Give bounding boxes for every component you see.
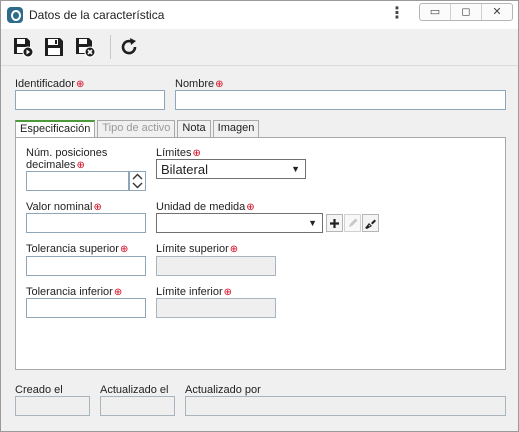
required-icon: ⊕: [223, 287, 233, 298]
app-icon: [7, 7, 23, 23]
upper-limit-field: [156, 256, 276, 276]
close-button[interactable]: ✕: [482, 4, 512, 20]
required-icon: ⊕: [215, 79, 224, 90]
created-label: Creado el: [15, 384, 63, 396]
nombre-input[interactable]: [175, 90, 506, 110]
save-close-icon: [76, 38, 96, 58]
updated-label: Actualizado el: [100, 384, 169, 396]
dialog-window: Datos de la característica ⋮ ▭ ◻ ✕ Ident…: [0, 0, 519, 432]
maximize-button[interactable]: ◻: [451, 4, 482, 20]
lower-tolerance-input[interactable]: [26, 298, 146, 318]
lower-tolerance-label: Tolerancia inferior⊕: [26, 286, 123, 298]
tab-bar: Especificación Tipo de activo Nota Image…: [15, 120, 261, 138]
required-icon: ⊕: [192, 148, 201, 159]
add-unit-button[interactable]: [326, 214, 343, 232]
dropdown-arrow-icon: ▼: [291, 164, 300, 174]
decimal-positions-stepper[interactable]: [129, 171, 146, 191]
save-icon: [45, 38, 63, 56]
tab-especificacion[interactable]: Especificación: [15, 120, 96, 138]
unit-label: Unidad de medida⊕: [156, 201, 255, 213]
required-icon: ⊕: [246, 202, 255, 213]
save-button[interactable]: [41, 34, 67, 60]
tab-tipo-de-activo: Tipo de activo: [97, 120, 176, 137]
more-options-icon[interactable]: ⋮: [389, 5, 405, 25]
pencil-icon: [348, 218, 357, 227]
identificador-label: Identificador⊕: [15, 78, 85, 90]
dropdown-arrow-icon: ▼: [308, 218, 317, 228]
required-icon: ⊕: [75, 79, 85, 90]
toolbar: [1, 29, 518, 66]
refresh-icon: [121, 38, 137, 55]
nominal-value-input[interactable]: [26, 213, 146, 233]
window-title: Datos de la característica: [29, 8, 165, 22]
save-close-button[interactable]: [72, 34, 98, 60]
refresh-button[interactable]: [116, 34, 142, 60]
decimal-positions-label: Núm. posiciones decimales⊕: [26, 147, 108, 171]
edit-unit-button: [344, 214, 361, 232]
window-controls: ▭ ◻ ✕: [419, 3, 513, 21]
required-icon: ⊕: [113, 287, 123, 298]
unit-select[interactable]: ▼: [156, 213, 323, 233]
required-icon: ⊕: [229, 244, 239, 255]
lower-limit-label: Límite inferior⊕: [156, 286, 233, 298]
minimize-button[interactable]: ▭: [420, 4, 451, 20]
upper-limit-label: Límite superior⊕: [156, 243, 239, 255]
toolbar-separator: [110, 35, 111, 59]
upper-tolerance-input[interactable]: [26, 256, 146, 276]
eraser-icon: [365, 219, 376, 229]
required-icon: ⊕: [76, 160, 85, 171]
save-new-button[interactable]: [10, 34, 36, 60]
nominal-value-label: Valor nominal⊕: [26, 201, 102, 213]
required-icon: ⊕: [119, 244, 129, 255]
limits-select[interactable]: Bilateral ▼: [156, 159, 306, 179]
nombre-label: Nombre⊕: [175, 78, 224, 90]
lower-limit-field: [156, 298, 276, 318]
decimal-positions-input[interactable]: [26, 171, 129, 191]
plus-icon: [330, 218, 339, 228]
updated-by-label: Actualizado por: [185, 384, 261, 396]
stepper-up-icon[interactable]: [130, 172, 145, 181]
limits-label: Límites⊕: [156, 147, 201, 159]
tab-nota[interactable]: Nota: [177, 120, 211, 137]
clear-unit-button[interactable]: [362, 214, 379, 232]
created-field: [15, 396, 90, 416]
upper-tolerance-label: Tolerancia superior⊕: [26, 243, 129, 255]
title-bar: Datos de la característica ⋮ ▭ ◻ ✕: [1, 1, 518, 29]
tab-imagen[interactable]: Imagen: [212, 120, 260, 137]
stepper-down-icon[interactable]: [130, 181, 145, 190]
identificador-input[interactable]: [15, 90, 165, 110]
updated-field: [100, 396, 175, 416]
required-icon: ⊕: [93, 202, 102, 213]
updated-by-field: [185, 396, 506, 416]
save-new-icon: [14, 38, 34, 58]
